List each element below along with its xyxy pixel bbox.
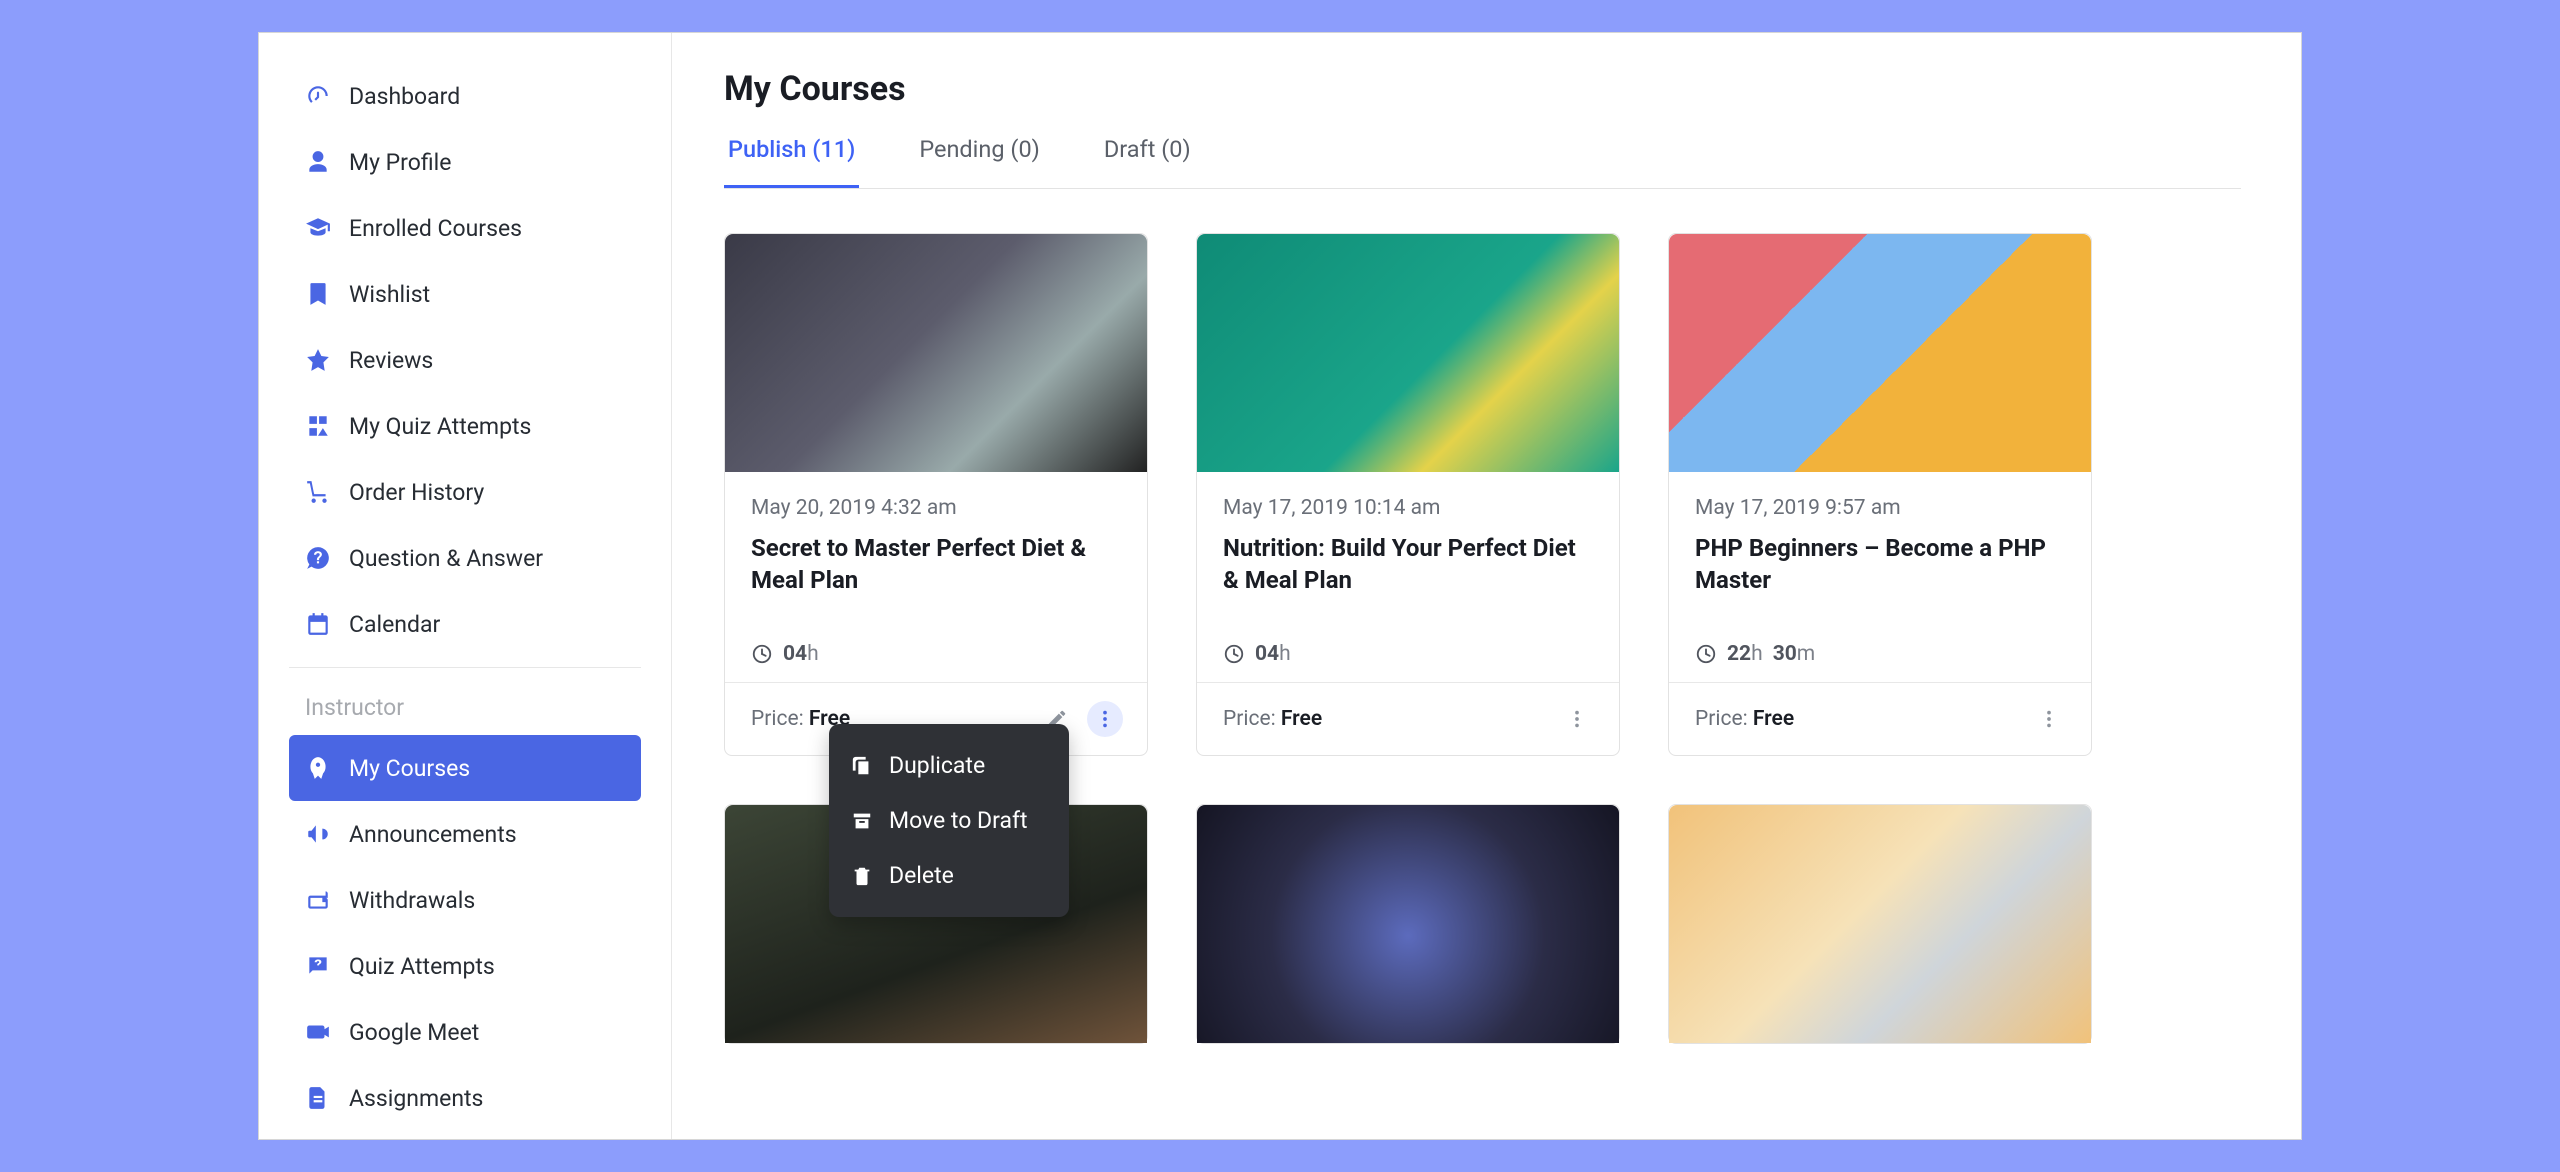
course-duration: 04h: [1223, 642, 1593, 672]
sidebar-item-label: Enrolled Courses: [349, 215, 522, 242]
megaphone-icon: [305, 821, 331, 847]
sidebar: Dashboard My Profile Enrolled Courses Wishl…: [259, 33, 672, 1139]
rocket-icon: [305, 755, 331, 781]
sidebar-item-label: Withdrawals: [349, 887, 475, 914]
app-window: Dashboard My Profile Enrolled Courses Wishl…: [258, 32, 2302, 1140]
course-date: May 17, 2019 10:14 am: [1223, 496, 1593, 520]
more-button[interactable]: [1087, 701, 1123, 737]
course-card-body: May 20, 2019 4:32 am Secret to Master Per…: [725, 472, 1147, 682]
course-title[interactable]: PHP Beginners – Become a PHP Master: [1695, 532, 2065, 597]
course-card-body: May 17, 2019 10:14 am Nutrition: Build Yo…: [1197, 472, 1619, 682]
sidebar-item-calendar[interactable]: Calendar: [289, 591, 641, 657]
quiz-icon: [305, 413, 331, 439]
course-thumbnail[interactable]: [1197, 234, 1619, 472]
star-icon: [305, 347, 331, 373]
course-date: May 20, 2019 4:32 am: [751, 496, 1121, 520]
sidebar-item-label: My Profile: [349, 149, 451, 176]
course-card: [1196, 804, 1620, 1044]
question-icon: [305, 953, 331, 979]
course-card: May 17, 2019 9:57 am PHP Beginners – Beco…: [1668, 233, 2092, 756]
sidebar-item-star[interactable]: Reviews: [289, 327, 641, 393]
course-title[interactable]: Nutrition: Build Your Perfect Diet & Mea…: [1223, 532, 1593, 597]
sidebar-item-quiz[interactable]: My Quiz Attempts: [289, 393, 641, 459]
sidebar-item-megaphone[interactable]: Announcements: [289, 801, 641, 867]
page-title: My Courses: [724, 69, 2241, 109]
sidebar-item-rocket[interactable]: My Courses: [289, 735, 641, 801]
video-icon: [305, 1019, 331, 1045]
sidebar-instructor-list: My Courses Announcements Withdrawals Quiz A…: [259, 735, 671, 1131]
sidebar-item-cart[interactable]: Order History: [289, 459, 641, 525]
bookmark-icon: [305, 281, 331, 307]
sidebar-item-wallet[interactable]: Withdrawals: [289, 867, 641, 933]
course-thumbnail[interactable]: [1669, 805, 2091, 1043]
clock-icon: [1223, 643, 1245, 665]
sidebar-item-label: Google Meet: [349, 1019, 479, 1046]
wallet-icon: [305, 887, 331, 913]
calendar-icon: [305, 611, 331, 637]
sidebar-item-label: Assignments: [349, 1085, 483, 1112]
graduation-icon: [305, 215, 331, 241]
qa-icon: [305, 545, 331, 571]
course-thumbnail[interactable]: [725, 234, 1147, 472]
sidebar-item-label: Quiz Attempts: [349, 953, 495, 980]
menu-item-copy[interactable]: Duplicate: [829, 738, 1069, 793]
sidebar-divider: [289, 667, 641, 668]
course-thumbnail[interactable]: [1197, 805, 1619, 1043]
more-button[interactable]: [2031, 701, 2067, 737]
course-price: Price: Free: [1695, 707, 1794, 731]
menu-item-archive[interactable]: Move to Draft: [829, 793, 1069, 848]
more-button[interactable]: [1559, 701, 1595, 737]
sidebar-item-label: Order History: [349, 479, 484, 506]
course-grid: May 20, 2019 4:32 am Secret to Master Per…: [724, 233, 2241, 1044]
course-card: May 20, 2019 4:32 am Secret to Master Per…: [724, 233, 1148, 756]
course-card: [1668, 804, 2092, 1044]
sidebar-item-label: Dashboard: [349, 83, 460, 110]
sidebar-item-doc[interactable]: Assignments: [289, 1065, 641, 1131]
user-icon: [305, 149, 331, 175]
course-card-footer: Price: Free: [1197, 682, 1619, 755]
tab[interactable]: Pending (0): [915, 135, 1044, 188]
clock-icon: [751, 643, 773, 665]
course-card-body: May 17, 2019 9:57 am PHP Beginners – Beco…: [1669, 472, 2091, 682]
course-duration: 22h30m: [1695, 642, 2065, 672]
sidebar-item-question[interactable]: Quiz Attempts: [289, 933, 641, 999]
sidebar-student-list: Dashboard My Profile Enrolled Courses Wishl…: [259, 63, 671, 657]
course-card: May 17, 2019 10:14 am Nutrition: Build Yo…: [1196, 233, 1620, 756]
sidebar-item-label: My Courses: [349, 755, 470, 782]
course-card-footer: Price: Free: [1669, 682, 2091, 755]
cart-icon: [305, 479, 331, 505]
sidebar-item-label: Question & Answer: [349, 545, 543, 572]
sidebar-item-bookmark[interactable]: Wishlist: [289, 261, 641, 327]
main-content: My Courses Publish (11) Pending (0) Draft …: [672, 33, 2301, 1139]
sidebar-item-label: My Quiz Attempts: [349, 413, 531, 440]
sidebar-item-video[interactable]: Google Meet: [289, 999, 641, 1065]
menu-item-trash[interactable]: Delete: [829, 848, 1069, 903]
course-date: May 17, 2019 9:57 am: [1695, 496, 2065, 520]
course-thumbnail[interactable]: [1669, 234, 2091, 472]
sidebar-item-gauge[interactable]: Dashboard: [289, 63, 641, 129]
sidebar-section-instructor: Instructor: [259, 686, 671, 735]
course-title[interactable]: Secret to Master Perfect Diet & Meal Pla…: [751, 532, 1121, 597]
sidebar-item-user[interactable]: My Profile: [289, 129, 641, 195]
tab[interactable]: Publish (11): [724, 135, 859, 188]
sidebar-item-label: Reviews: [349, 347, 433, 374]
course-price: Price: Free: [1223, 707, 1322, 731]
course-duration: 04h: [751, 642, 1121, 672]
tab[interactable]: Draft (0): [1100, 135, 1195, 188]
course-context-menu: DuplicateMove to DraftDelete: [829, 724, 1069, 917]
gauge-icon: [305, 83, 331, 109]
sidebar-item-label: Wishlist: [349, 281, 430, 308]
sidebar-item-qa[interactable]: Question & Answer: [289, 525, 641, 591]
sidebar-item-label: Announcements: [349, 821, 517, 848]
sidebar-item-label: Calendar: [349, 611, 440, 638]
clock-icon: [1695, 643, 1717, 665]
sidebar-item-graduation[interactable]: Enrolled Courses: [289, 195, 641, 261]
doc-icon: [305, 1085, 331, 1111]
tabs: Publish (11) Pending (0) Draft (0): [724, 135, 2241, 189]
